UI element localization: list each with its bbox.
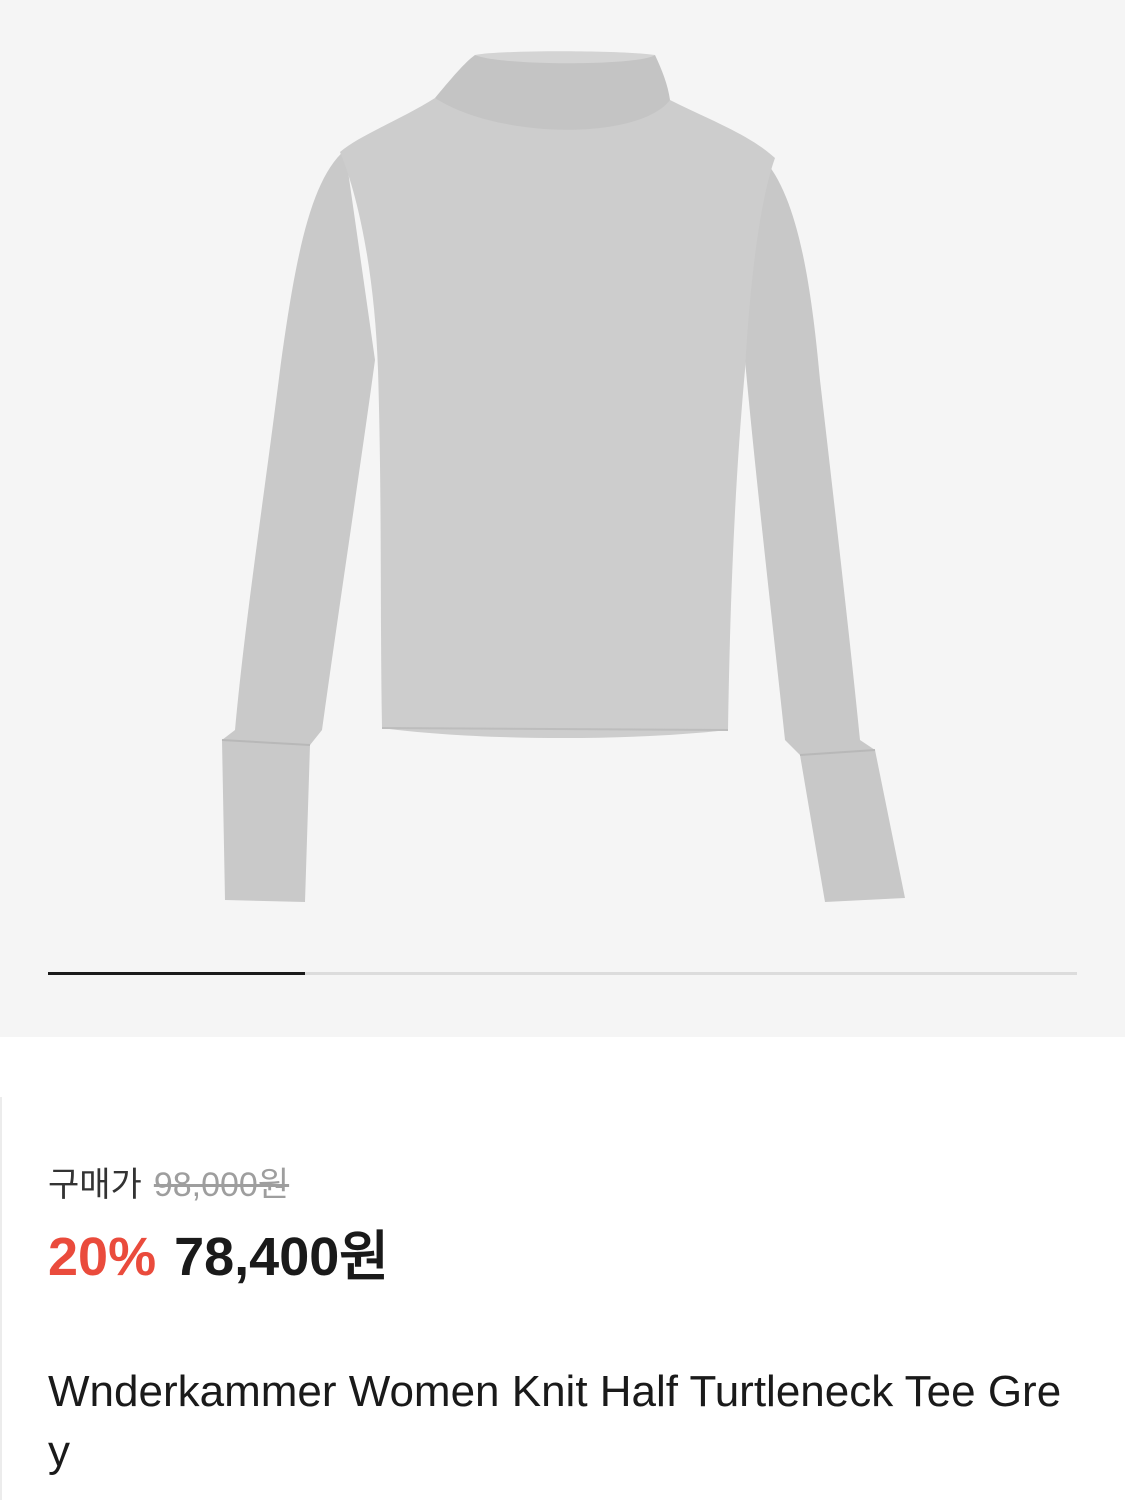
original-price: 98,000원: [153, 1166, 290, 1204]
product-info: 구매가 98,000원 20% 78,400원 Wnderkammer Wome…: [0, 1037, 1125, 1500]
product-image[interactable]: [200, 40, 930, 920]
gallery-progress-indicator: [48, 972, 306, 975]
sale-price: 78,400원: [174, 1227, 389, 1287]
product-image-gallery[interactable]: [0, 0, 1125, 1037]
sale-price-row: 20% 78,400원: [48, 1225, 389, 1289]
price-label: 구매가: [48, 1166, 142, 1204]
gallery-progress-bar: [48, 972, 1077, 975]
product-name: Wnderkammer Women Knit Half Turtleneck T…: [48, 1367, 1062, 1476]
original-price-row: 구매가 98,000원: [48, 1165, 289, 1205]
product-detail-page: 구매가 98,000원 20% 78,400원 Wnderkammer Wome…: [0, 0, 1125, 1500]
divider: [0, 1097, 2, 1500]
discount-rate: 20%: [48, 1227, 157, 1287]
